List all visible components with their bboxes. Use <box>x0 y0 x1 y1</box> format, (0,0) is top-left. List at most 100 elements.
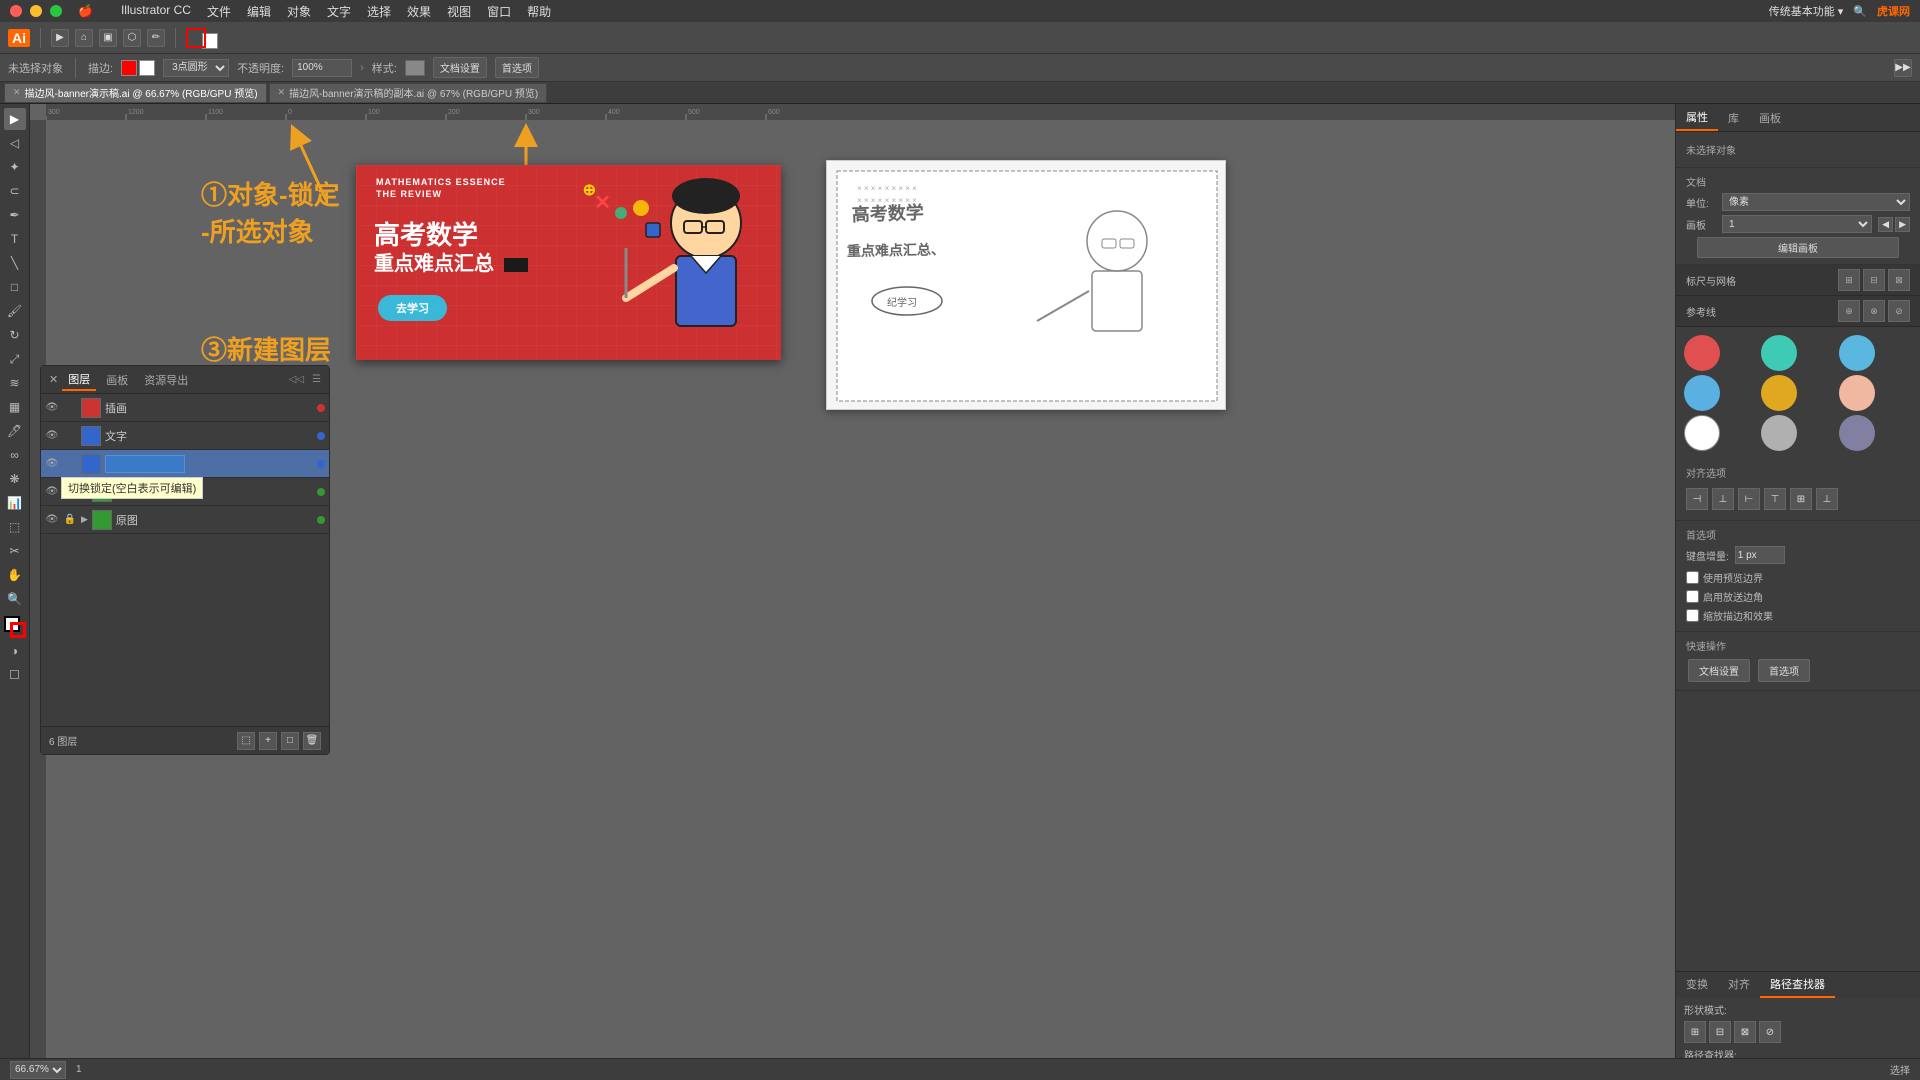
ai-tool3[interactable]: ▣ <box>99 29 117 47</box>
intersect-btn[interactable]: ⊠ <box>1734 1021 1756 1043</box>
panel-collapse-btn[interactable]: ◁◁ <box>289 374 304 385</box>
layer-item-illustration[interactable]: 👁 插画 <box>41 394 329 422</box>
swatch-blue[interactable] <box>1839 335 1875 371</box>
align-right[interactable]: ⊢ <box>1738 488 1760 510</box>
quick-prefs[interactable]: 首选项 <box>1758 659 1810 682</box>
unit-select[interactable]: 像素 <box>1722 193 1910 211</box>
new-layer-btn[interactable]: □ <box>281 732 299 750</box>
menu-text[interactable]: 文字 <box>327 3 351 20</box>
menu-window[interactable]: 窗口 <box>487 3 511 20</box>
slice-tool[interactable]: ✂ <box>4 540 26 562</box>
menu-effect[interactable]: 效果 <box>407 3 431 20</box>
minus-front-btn[interactable]: ⊟ <box>1709 1021 1731 1043</box>
zoom-tool[interactable]: 🔍 <box>4 588 26 610</box>
menu-edit[interactable]: 编辑 <box>247 3 271 20</box>
tab-copy-close[interactable]: ✕ <box>278 87 286 98</box>
round-corners-checkbox[interactable] <box>1686 590 1699 603</box>
layer-expand-original[interactable]: ▶ <box>81 514 88 525</box>
layer-eye-editing[interactable]: 👁 <box>45 457 59 471</box>
new-sublayer-btn[interactable]: + <box>259 732 277 750</box>
select-tool[interactable]: ▶ <box>51 29 69 47</box>
hand-tool[interactable]: ✋ <box>4 564 26 586</box>
layer-item-editing[interactable]: 👁 切换锁定(空白表示可编辑) <box>41 450 329 478</box>
tab-properties[interactable]: 属性 <box>1676 105 1718 131</box>
stroke-color[interactable] <box>186 28 206 48</box>
menu-select[interactable]: 选择 <box>367 3 391 20</box>
quick-doc-settings[interactable]: 文档设置 <box>1688 659 1750 682</box>
swatch-white[interactable] <box>1684 415 1720 451</box>
swatch-peach[interactable] <box>1839 375 1875 411</box>
menu-help[interactable]: 帮助 <box>527 3 551 20</box>
fill-stroke-switcher[interactable] <box>4 616 26 638</box>
direct-selection-tool[interactable]: ◁ <box>4 132 26 154</box>
export-tab[interactable]: 资源导出 <box>138 370 194 390</box>
align-top[interactable]: ⊤ <box>1764 488 1786 510</box>
tab-transform[interactable]: 变换 <box>1676 972 1718 998</box>
board-select[interactable]: 1 <box>1722 215 1872 233</box>
swatch-gray[interactable] <box>1761 415 1797 451</box>
stroke-square[interactable] <box>10 622 26 638</box>
ai-tool4[interactable]: ⬡ <box>123 29 141 47</box>
gradient-tool[interactable]: ▦ <box>4 396 26 418</box>
tab-artboards[interactable]: 画板 <box>1749 106 1791 130</box>
layer-name-input[interactable] <box>105 455 185 473</box>
artboard-tool[interactable]: ⬚ <box>4 516 26 538</box>
ruler-toggle-icon[interactable]: ⊞ <box>1838 269 1860 291</box>
menu-illustrator[interactable]: Illustrator CC <box>121 3 191 20</box>
swatch-lightblue[interactable] <box>1684 375 1720 411</box>
swatch-red[interactable] <box>1684 335 1720 371</box>
magic-wand-tool[interactable]: ✦ <box>4 156 26 178</box>
layer-eye-text[interactable]: 👁 <box>45 429 59 443</box>
board-next[interactable]: ▶ <box>1895 217 1910 232</box>
delete-layer-btn[interactable]: 🗑 <box>303 732 321 750</box>
tab-pathfinder[interactable]: 路径查找器 <box>1760 972 1835 998</box>
graph-tool[interactable]: 📊 <box>4 492 26 514</box>
close-dot[interactable] <box>10 5 22 17</box>
color-mode-btn[interactable]: ◑ <box>4 640 26 662</box>
search-icon[interactable]: 🔍 <box>1853 5 1867 18</box>
tab-align[interactable]: 对齐 <box>1718 972 1760 998</box>
minimize-dot[interactable] <box>30 5 42 17</box>
swatch-orange[interactable] <box>1761 375 1797 411</box>
banner-cta[interactable]: 去学习 <box>378 295 447 321</box>
layers-close-btn[interactable]: ✕ <box>49 373 58 386</box>
preview-bounds-checkbox[interactable] <box>1686 571 1699 584</box>
fill-swatch[interactable] <box>139 60 155 76</box>
stroke-swatch[interactable] <box>121 60 137 76</box>
perspective-icon[interactable]: ⊠ <box>1888 269 1910 291</box>
swatch-lavender[interactable] <box>1839 415 1875 451</box>
make-clip-mask-btn[interactable]: ⬚ <box>237 732 255 750</box>
rotate-tool[interactable]: ↻ <box>4 324 26 346</box>
layer-lock-text[interactable] <box>63 429 77 443</box>
tab-library[interactable]: 库 <box>1718 106 1749 130</box>
ai-tool5[interactable]: ✏ <box>147 29 165 47</box>
eyedropper-tool[interactable]: 🖊 <box>4 420 26 442</box>
ai-tool2[interactable]: ⌂ <box>75 29 93 47</box>
rect-tool[interactable]: □ <box>4 276 26 298</box>
grid-toggle-icon[interactable]: ⊟ <box>1863 269 1885 291</box>
tab-copy[interactable]: ✕ 描边风-banner演示稿的副本.ai @ 67% (RGB/GPU 预览) <box>269 83 548 103</box>
board-prev[interactable]: ◀ <box>1878 217 1893 232</box>
layer-eye-original[interactable]: 👁 <box>45 513 59 527</box>
selection-tool[interactable]: ▶ <box>4 108 26 130</box>
lasso-tool[interactable]: ⊂ <box>4 180 26 202</box>
edit-board-btn[interactable]: 编辑画板 <box>1697 237 1899 258</box>
unite-btn[interactable]: ⊞ <box>1684 1021 1706 1043</box>
menu-view[interactable]: 视图 <box>447 3 471 20</box>
boards-tab[interactable]: 画板 <box>100 370 134 390</box>
paint-tool[interactable]: 🖌 <box>4 300 26 322</box>
doc-settings-btn[interactable]: 文档设置 <box>433 57 487 78</box>
zoom-select[interactable]: 66.67% <box>10 1061 66 1079</box>
exclude-btn[interactable]: ⊘ <box>1759 1021 1781 1043</box>
guide-icon3[interactable]: ⊘ <box>1888 300 1910 322</box>
menu-object[interactable]: 对象 <box>287 3 311 20</box>
blend-tool[interactable]: ∞ <box>4 444 26 466</box>
align-bottom[interactable]: ⊥ <box>1816 488 1838 510</box>
screen-mode-btn[interactable]: ☐ <box>4 664 26 686</box>
swatch-teal[interactable] <box>1761 335 1797 371</box>
stroke-type-select[interactable]: 3点圆形 <box>163 59 229 77</box>
layer-eye-colors[interactable]: 👁 <box>45 485 59 499</box>
scale-tool[interactable]: ⤢ <box>4 348 26 370</box>
style-swatch[interactable] <box>405 60 425 76</box>
line-tool[interactable]: ╲ <box>4 252 26 274</box>
